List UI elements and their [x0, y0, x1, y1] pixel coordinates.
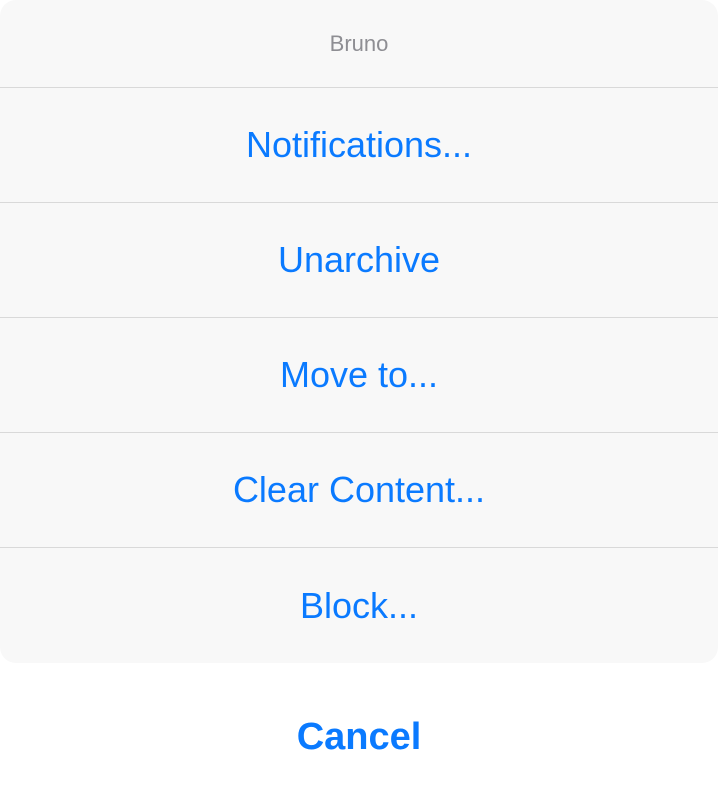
unarchive-action[interactable]: Unarchive [0, 203, 718, 318]
action-sheet: Bruno Notifications... Unarchive Move to… [0, 0, 718, 663]
move-to-action[interactable]: Move to... [0, 318, 718, 433]
cancel-button[interactable]: Cancel [0, 682, 718, 793]
notifications-action[interactable]: Notifications... [0, 88, 718, 203]
block-action[interactable]: Block... [0, 548, 718, 663]
action-sheet-title: Bruno [0, 0, 718, 88]
clear-content-action[interactable]: Clear Content... [0, 433, 718, 548]
